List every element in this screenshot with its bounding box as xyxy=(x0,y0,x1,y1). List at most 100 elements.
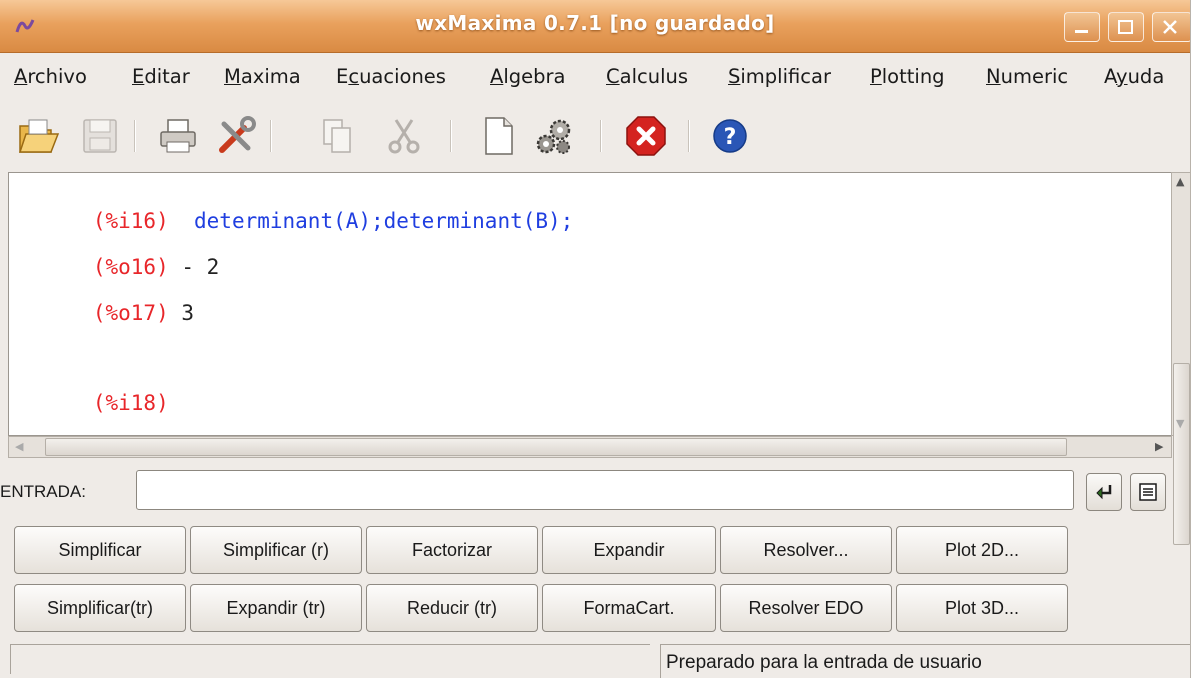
save-icon xyxy=(83,119,117,153)
cut-button[interactable] xyxy=(382,114,426,158)
maximize-icon xyxy=(1118,20,1133,34)
menu-label: alculus xyxy=(619,65,689,88)
simplificar-button[interactable]: Simplificar xyxy=(14,526,186,574)
toolbar-separator xyxy=(134,120,135,152)
menu-label: uaciones xyxy=(359,65,446,88)
menu-label: rchivo xyxy=(27,65,87,88)
menu-label: umeric xyxy=(1000,65,1069,88)
toolbar-separator xyxy=(270,120,271,152)
button-label: Expandir xyxy=(593,539,665,560)
entrada-input[interactable] xyxy=(136,470,1074,510)
menu-algebra[interactable]: Algebra xyxy=(490,65,565,88)
maximize-button[interactable] xyxy=(1108,12,1144,42)
menu-bar: Archivo Editar Maxima Ecuaciones Algebra… xyxy=(0,53,1190,101)
copy-icon xyxy=(323,119,351,153)
enter-icon xyxy=(1096,485,1112,500)
menu-mnemonic: c xyxy=(348,65,360,88)
menu-ecuaciones[interactable]: Ecuaciones xyxy=(336,65,446,88)
resolver-button[interactable]: Resolver... xyxy=(720,526,892,574)
status-message: Preparado para la entrada de usuario xyxy=(666,652,982,673)
help-icon: ? xyxy=(713,119,747,153)
button-label: Simplificar (r) xyxy=(223,539,329,560)
menu-archivo[interactable]: Archivo xyxy=(14,65,87,88)
menu-mnemonic: M xyxy=(224,65,241,88)
print-button[interactable] xyxy=(156,114,200,158)
cell-output-text: - 2 xyxy=(181,255,220,279)
interrupt-icon xyxy=(626,116,666,156)
menu-mnemonic: E xyxy=(132,65,145,88)
save-button[interactable] xyxy=(78,114,122,158)
button-label: FormaCart. xyxy=(583,597,675,618)
entrada-label: ENTRADA: xyxy=(0,482,86,501)
svg-text:?: ? xyxy=(724,125,737,150)
status-bar-left xyxy=(10,644,650,674)
menu-label: ditar xyxy=(144,65,190,88)
cell-label: (%i16) xyxy=(92,209,169,233)
scroll-down-icon[interactable]: ▼ xyxy=(1176,417,1184,430)
toolbar-separator xyxy=(600,120,601,152)
menu-editar[interactable]: Editar xyxy=(132,65,190,88)
menu-numeric[interactable]: Numeric xyxy=(986,65,1068,88)
new-button[interactable] xyxy=(476,114,520,158)
configure-button[interactable] xyxy=(532,114,576,158)
copy-button[interactable] xyxy=(316,114,360,158)
menu-label: axima xyxy=(240,65,301,88)
menu-plotting[interactable]: Plotting xyxy=(870,65,945,88)
menu-calculus[interactable]: Calculus xyxy=(606,65,688,88)
toolbar-separator xyxy=(450,120,451,152)
cut-icon xyxy=(388,119,420,154)
cell-label: (%i18) xyxy=(92,391,169,415)
interrupt-button[interactable] xyxy=(624,114,668,158)
scroll-up-icon[interactable]: ▲ xyxy=(1176,175,1184,188)
menu-label: lgebra xyxy=(503,65,566,88)
button-label: Plot 2D... xyxy=(944,539,1020,560)
scroll-left-icon[interactable]: ◀ xyxy=(15,440,23,453)
resolver-edo-button[interactable]: Resolver EDO xyxy=(720,584,892,632)
preferences-button[interactable] xyxy=(214,114,258,158)
cell-input-text[interactable]: determinant(A);determinant(B); xyxy=(194,209,573,233)
plot-2d-button[interactable]: Plot 2D... xyxy=(896,526,1068,574)
simplificar-r-button[interactable]: Simplificar (r) xyxy=(190,526,362,574)
expandir-button[interactable]: Expandir xyxy=(542,526,716,574)
minimize-button[interactable] xyxy=(1064,12,1100,42)
worksheet[interactable]: (%i16) determinant(A);determinant(B); (%… xyxy=(8,172,1172,436)
open-button[interactable] xyxy=(16,114,60,158)
menu-mnemonic: A xyxy=(490,65,504,88)
factorizar-button[interactable]: Factorizar xyxy=(366,526,538,574)
horizontal-scrollbar[interactable]: ◀ ▶ xyxy=(8,436,1172,458)
configure-icon xyxy=(536,119,571,154)
help-button[interactable]: ? xyxy=(708,114,752,158)
button-label: Simplificar(tr) xyxy=(47,597,153,618)
close-button[interactable] xyxy=(1152,12,1190,42)
history-button[interactable] xyxy=(1130,473,1166,511)
menu-label: implificar xyxy=(740,65,831,88)
menu-simplificar[interactable]: Simplificar xyxy=(728,65,831,88)
simplificar-tr-button[interactable]: Simplificar(tr) xyxy=(14,584,186,632)
menu-mnemonic: C xyxy=(606,65,620,88)
input-line-i18[interactable]: (%i18) xyxy=(17,367,169,435)
button-label: Plot 3D... xyxy=(944,597,1020,618)
open-icon xyxy=(18,119,60,153)
vertical-scroll-thumb[interactable] xyxy=(1173,363,1190,545)
plot-3d-button[interactable]: Plot 3D... xyxy=(896,584,1068,632)
toolbar: ? xyxy=(0,104,1190,166)
formacart-button[interactable]: FormaCart. xyxy=(542,584,716,632)
button-label: Factorizar xyxy=(411,539,492,560)
button-label: Expandir (tr) xyxy=(226,597,326,618)
scroll-right-icon[interactable]: ▶ xyxy=(1155,440,1163,453)
window-title: wxMaxima 0.7.1 [no guardado] xyxy=(415,11,775,35)
menu-mnemonic: A xyxy=(14,65,28,88)
close-icon xyxy=(1163,20,1177,34)
horizontal-scroll-thumb[interactable] xyxy=(45,438,1067,456)
menu-mnemonic: S xyxy=(728,65,741,88)
wxmaxima-window: wxMaxima 0.7.1 [no guardado] Archivo Edi… xyxy=(0,0,1191,678)
menu-label-prefix: A xyxy=(1104,65,1117,88)
enter-button[interactable] xyxy=(1086,473,1122,511)
title-bar[interactable]: wxMaxima 0.7.1 [no guardado] xyxy=(0,0,1190,53)
reducir-tr-button[interactable]: Reducir (tr) xyxy=(366,584,538,632)
menu-maxima[interactable]: Maxima xyxy=(224,65,301,88)
menu-ayuda[interactable]: Ayuda xyxy=(1104,65,1164,88)
expandir-tr-button[interactable]: Expandir (tr) xyxy=(190,584,362,632)
button-label: Resolver... xyxy=(763,539,849,560)
vertical-scrollbar[interactable]: ▲ ▼ xyxy=(1171,172,1190,545)
